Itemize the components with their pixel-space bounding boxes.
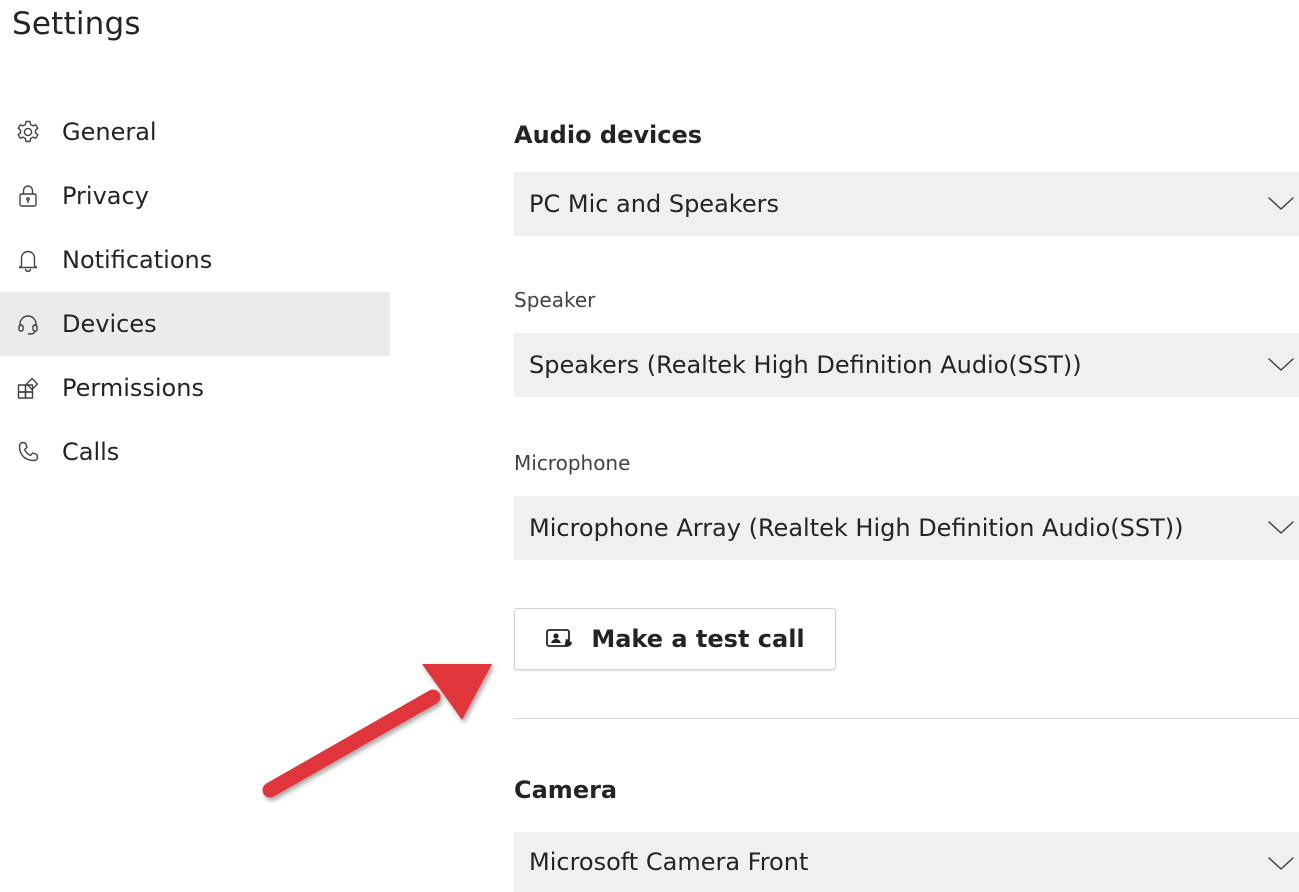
audio-device-value: PC Mic and Speakers (529, 190, 779, 218)
sidebar-item-label: Privacy (62, 182, 149, 210)
sidebar-item-label: Permissions (62, 374, 204, 402)
speaker-label: Speaker (514, 288, 596, 312)
camera-heading: Camera (514, 776, 618, 804)
chevron-down-icon (1266, 190, 1296, 216)
microphone-label: Microphone (514, 451, 631, 475)
sidebar-item-notifications[interactable]: Notifications (0, 228, 390, 292)
speaker-value: Speakers (Realtek High Definition Audio(… (529, 351, 1082, 379)
camera-select[interactable]: Microsoft Camera Front (514, 832, 1299, 892)
chevron-down-icon (1266, 514, 1296, 540)
settings-sidebar: General Privacy Notifications Devices Pe… (0, 100, 390, 484)
lock-icon (14, 182, 42, 210)
camera-value: Microsoft Camera Front (529, 848, 809, 876)
permissions-icon (14, 374, 42, 402)
microphone-value: Microphone Array (Realtek High Definitio… (529, 514, 1184, 542)
sidebar-item-calls[interactable]: Calls (0, 420, 390, 484)
sidebar-item-general[interactable]: General (0, 100, 390, 164)
gear-icon (14, 118, 42, 146)
test-call-icon (545, 627, 575, 651)
phone-icon (14, 438, 42, 466)
sidebar-item-label: Notifications (62, 246, 213, 274)
chevron-down-icon (1266, 850, 1296, 876)
sidebar-item-privacy[interactable]: Privacy (0, 164, 390, 228)
sidebar-item-permissions[interactable]: Permissions (0, 356, 390, 420)
make-test-call-label: Make a test call (591, 625, 805, 653)
sidebar-item-label: Calls (62, 438, 120, 466)
section-divider (514, 718, 1299, 719)
sidebar-item-label: General (62, 118, 157, 146)
speaker-select[interactable]: Speakers (Realtek High Definition Audio(… (514, 333, 1299, 397)
chevron-down-icon (1266, 351, 1296, 377)
microphone-select[interactable]: Microphone Array (Realtek High Definitio… (514, 496, 1299, 560)
audio-devices-heading: Audio devices (514, 121, 703, 149)
bell-icon (14, 246, 42, 274)
sidebar-item-label: Devices (62, 310, 157, 338)
make-test-call-button[interactable]: Make a test call (514, 608, 836, 670)
audio-device-select[interactable]: PC Mic and Speakers (514, 172, 1299, 236)
headset-icon (14, 310, 42, 338)
page-title: Settings (12, 6, 141, 42)
sidebar-item-devices[interactable]: Devices (0, 292, 390, 356)
